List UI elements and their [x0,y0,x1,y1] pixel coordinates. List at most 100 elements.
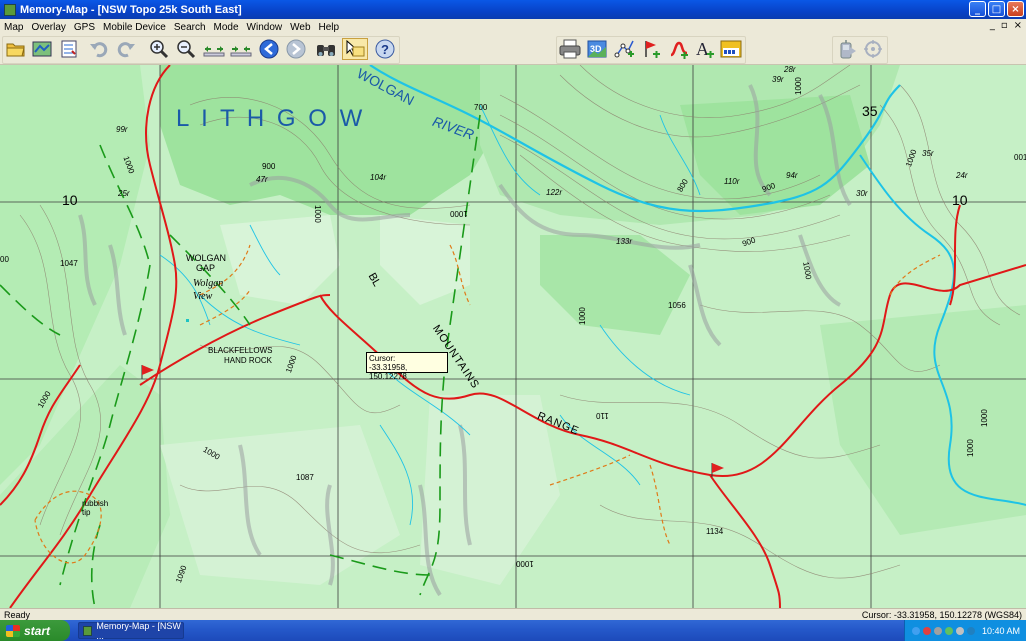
height-39r: 39r [772,75,784,84]
menu-gps[interactable]: GPS [70,22,99,33]
minimize-button[interactable]: _ [969,1,986,17]
zoom-in-icon[interactable] [148,38,170,60]
height-30r: 30r [856,189,868,198]
height-1000m: 1000 [516,559,534,568]
status-text: Ready [4,609,31,620]
symbol-icon[interactable] [720,38,742,60]
grid-label-35: 35 [862,103,878,119]
cursor-tooltip: Cursor: -33.31958, 150.12278 [366,352,448,381]
svg-text:?: ? [381,42,389,57]
menu-overlay[interactable]: Overlay [27,22,69,33]
start-button[interactable]: start [0,620,70,641]
label-wolgan-gap-1: WOLGAN [186,253,227,263]
map-canvas[interactable]: L I T H G O W WOLGAN RIVER BL MOUNTAINS … [0,65,1026,608]
tooltip-title: Cursor: [369,354,396,363]
taskbar: start Memory-Map - [NSW ... 10:40 AM [0,620,1026,641]
track-icon[interactable] [668,38,690,60]
windows-logo-icon [6,624,20,637]
redo-icon[interactable] [115,38,137,60]
menu-web[interactable]: Web [286,22,314,33]
back-icon[interactable] [258,38,280,60]
properties-icon[interactable] [58,38,80,60]
map-overview-icon[interactable] [31,38,53,60]
height-1000f: 1000 [794,77,803,95]
binoculars-icon[interactable] [315,38,337,60]
tooltip-coords: -33.31958, 150.12278 [369,363,408,381]
mdi-restore-button[interactable]: ▫ [1001,20,1008,31]
height-94r: 94r [786,171,798,180]
close-button[interactable]: × [1007,1,1024,17]
clock[interactable]: 10:40 AM [982,626,1020,636]
svg-text:A: A [696,39,709,59]
label-wolgan-view-2: View [193,291,213,302]
cursor-readout: Cursor: -33.31958, 150.12278 (WGS84) [861,609,1022,620]
scale-down-icon[interactable] [203,38,225,60]
height-110: 110 [596,411,609,420]
select-mode-icon[interactable] [342,38,368,60]
maximize-button[interactable]: □ [988,1,1005,17]
height-25r: 25r [118,189,130,198]
height-1134: 1134 [706,527,724,536]
device-icon[interactable] [933,626,942,635]
topo-map-graphic [0,65,1026,608]
label-wolgan-view-1: Wolgan [193,278,224,289]
grid-label-10-left: 10 [62,192,78,208]
open-folder-icon[interactable] [5,38,27,60]
scale-up-icon[interactable] [230,38,252,60]
height-28r: 28r [784,65,796,74]
taskbar-item-memory-map[interactable]: Memory-Map - [NSW ... [78,620,184,641]
height-006: 006 [262,161,276,170]
forward-icon[interactable] [285,38,307,60]
mdi-close-button[interactable]: × [1014,20,1022,31]
route-icon[interactable] [614,38,636,60]
app-icon [83,625,93,636]
menu-window[interactable]: Window [243,22,287,33]
taskbar-item-label: Memory-Map - [NSW ... [96,620,181,641]
label-wolgan-gap-2: GAP [196,263,216,273]
height-99r: 99r [116,125,128,134]
mark-icon[interactable] [641,38,663,60]
text-icon[interactable]: A [694,38,716,60]
menu-mobile-device[interactable]: Mobile Device [99,22,170,33]
grid-label-10-right: 10 [952,192,968,208]
zoom-out-icon[interactable] [175,38,197,60]
menu-help[interactable]: Help [315,22,344,33]
mdi-minimize-button[interactable]: _ [990,20,995,31]
height-133r: 133r [616,237,633,246]
label-lithgow: L I T H G O W [176,105,366,132]
height-35r: 35r [922,149,934,158]
help-icon[interactable]: ? [374,38,396,60]
height-104r: 104r [370,173,387,182]
undo-icon[interactable] [88,38,110,60]
height-1087: 1087 [296,473,314,482]
toolbar: ? 3D A [0,35,1026,65]
label-blackfellows-2: HAND ROCK [224,356,273,365]
gps-connect-icon[interactable] [836,38,858,60]
menu-search[interactable]: Search [170,22,210,33]
3d-view-icon[interactable]: 3D [586,38,608,60]
height-47r: 47r [256,175,268,184]
volume-icon[interactable] [955,626,964,635]
menu-mode[interactable]: Mode [210,22,243,33]
height-1000d: 1000 [578,307,587,325]
height-1000b: 1000 [313,205,322,223]
height-00: 00 [0,255,9,264]
height-1000k: 1000 [966,439,975,457]
label-blackfellows-1: BLACKFELLOWS [208,346,273,355]
height-122r: 122r [546,188,563,197]
security-icon[interactable] [922,626,931,635]
label-rubbish-1: rubbish [82,499,109,508]
height-1047: 1047 [60,259,78,268]
bluetooth-icon[interactable] [966,626,975,635]
status-bar: Ready Cursor: -33.31958, 150.12278 (WGS8… [0,608,1026,620]
app-icon [4,3,16,16]
window-title: Memory-Map - [NSW Topo 25k South East] [20,3,242,16]
print-icon[interactable] [559,38,581,60]
height-0011: 0011 [1014,153,1026,162]
title-bar[interactable]: Memory-Map - [NSW Topo 25k South East] _… [0,0,1026,19]
menu-map[interactable]: Map [0,22,27,33]
start-label: start [24,623,51,638]
network-icon[interactable] [911,626,920,635]
gps-position-icon[interactable] [862,38,884,60]
update-icon[interactable] [944,626,953,635]
